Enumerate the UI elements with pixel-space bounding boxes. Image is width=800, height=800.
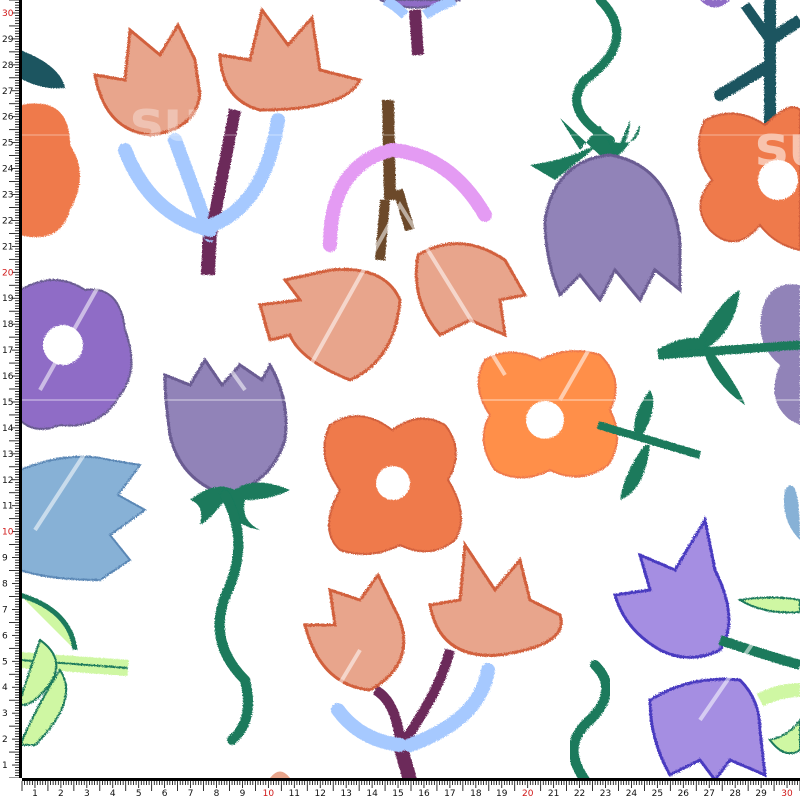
ruler-label-x: 2 — [58, 789, 64, 799]
ruler-label-y: 18 — [2, 320, 14, 330]
ruler-label-y: 27 — [2, 87, 13, 97]
ruler-label-y: 26 — [2, 113, 14, 123]
flower-center — [526, 401, 564, 439]
ruler-label-x: 7 — [188, 789, 194, 799]
ruler-label-y: 17 — [2, 346, 13, 356]
ruler-label-x: 20 — [522, 789, 534, 799]
ruler-label-x: 14 — [366, 789, 378, 799]
ruler-label-y: 28 — [2, 61, 14, 71]
ruler-label-x: 28 — [729, 789, 741, 799]
ruler-label-y: 8 — [2, 580, 8, 590]
tulip-head — [648, 677, 767, 783]
ruler-label-y: 10 — [2, 528, 14, 538]
ruler-label-y: 19 — [2, 294, 14, 304]
ruler-label-y: 14 — [2, 424, 14, 434]
ruler-label-y: 5 — [2, 657, 8, 667]
ruler-label-x: 3 — [84, 789, 90, 799]
ruler-label-y: 4 — [2, 683, 8, 693]
ruler-label-x: 22 — [574, 789, 585, 799]
ruler-label-x: 9 — [240, 789, 246, 799]
ruler-label-x: 23 — [600, 789, 611, 799]
ruler-label-x: 17 — [444, 789, 455, 799]
watermark-text-secondary: su — [130, 89, 203, 154]
orange-flower-center — [323, 415, 463, 555]
ruler-label-y: 22 — [2, 216, 13, 226]
ruler-label-y: 9 — [2, 554, 8, 564]
floral-pattern-canvas: su su 3029282726252423222120191817161514… — [0, 0, 800, 800]
ruler-label-x: 8 — [214, 789, 220, 799]
ruler-label-y: 29 — [2, 35, 14, 45]
ruler-label-y: 30 — [2, 9, 14, 19]
ruler-label-y: 7 — [2, 605, 8, 615]
ruler-label-y: 20 — [2, 268, 14, 278]
ruler-label-x: 27 — [704, 789, 715, 799]
vertical-ruler: 3029282726252423222120191817161514131211… — [0, 0, 22, 800]
ruler-label-y: 12 — [2, 476, 13, 486]
ruler-label-x: 13 — [340, 789, 351, 799]
ruler-label-x: 4 — [110, 789, 116, 799]
ruler-label-x: 5 — [136, 789, 142, 799]
flower-center — [43, 325, 83, 365]
ruler-label-y: 1 — [2, 761, 8, 771]
watermark-text: su — [755, 114, 800, 179]
ruler-label-x: 16 — [418, 789, 430, 799]
ruler-label-x: 11 — [289, 789, 300, 799]
ruler-label-x: 25 — [652, 789, 663, 799]
ruler-label-x: 15 — [392, 789, 403, 799]
ruler-label-x: 18 — [470, 789, 482, 799]
horizontal-ruler: 1 2 3 4 5 6 7 8 9 10 11 12 13 14 15 16 17 18 19 20 21 22 23 24 2… — [0, 778, 800, 800]
ruler-label-x: 30 — [781, 789, 793, 799]
ruler-label-x: 10 — [263, 789, 275, 799]
ruler-label-y: 25 — [2, 139, 13, 149]
ruler-label-x: 1 — [32, 789, 38, 799]
ruler-label-y: 13 — [2, 450, 13, 460]
ruler-label-x: 29 — [755, 789, 767, 799]
ruler-label-y: 24 — [2, 165, 14, 175]
ruler-label-y: 2 — [2, 735, 8, 745]
ruler-label-x: 24 — [626, 789, 638, 799]
ruler-label-y: 6 — [2, 631, 8, 641]
ruler-label-y: 23 — [2, 191, 13, 201]
ruler-label-x: 21 — [548, 789, 559, 799]
ruler-label-y: 11 — [2, 502, 13, 512]
ruler-label-y: 21 — [2, 242, 13, 252]
blue-tulip-left-edge — [19, 455, 147, 582]
flower-center — [376, 466, 410, 500]
ruler-label-x: 6 — [162, 789, 168, 799]
vertical-ruler-bar — [19, 0, 22, 778]
horizontal-ruler-bar — [22, 778, 800, 781]
ruler-label-y: 3 — [2, 709, 8, 719]
ruler-label-x: 12 — [315, 789, 326, 799]
ruler-label-x: 26 — [678, 789, 690, 799]
ruler-label-y: 16 — [2, 372, 14, 382]
ruler-label-x: 19 — [496, 789, 508, 799]
fabric-swatch-preview: su su 3029282726252423222120191817161514… — [0, 0, 800, 800]
ruler-label-y: 15 — [2, 398, 13, 408]
